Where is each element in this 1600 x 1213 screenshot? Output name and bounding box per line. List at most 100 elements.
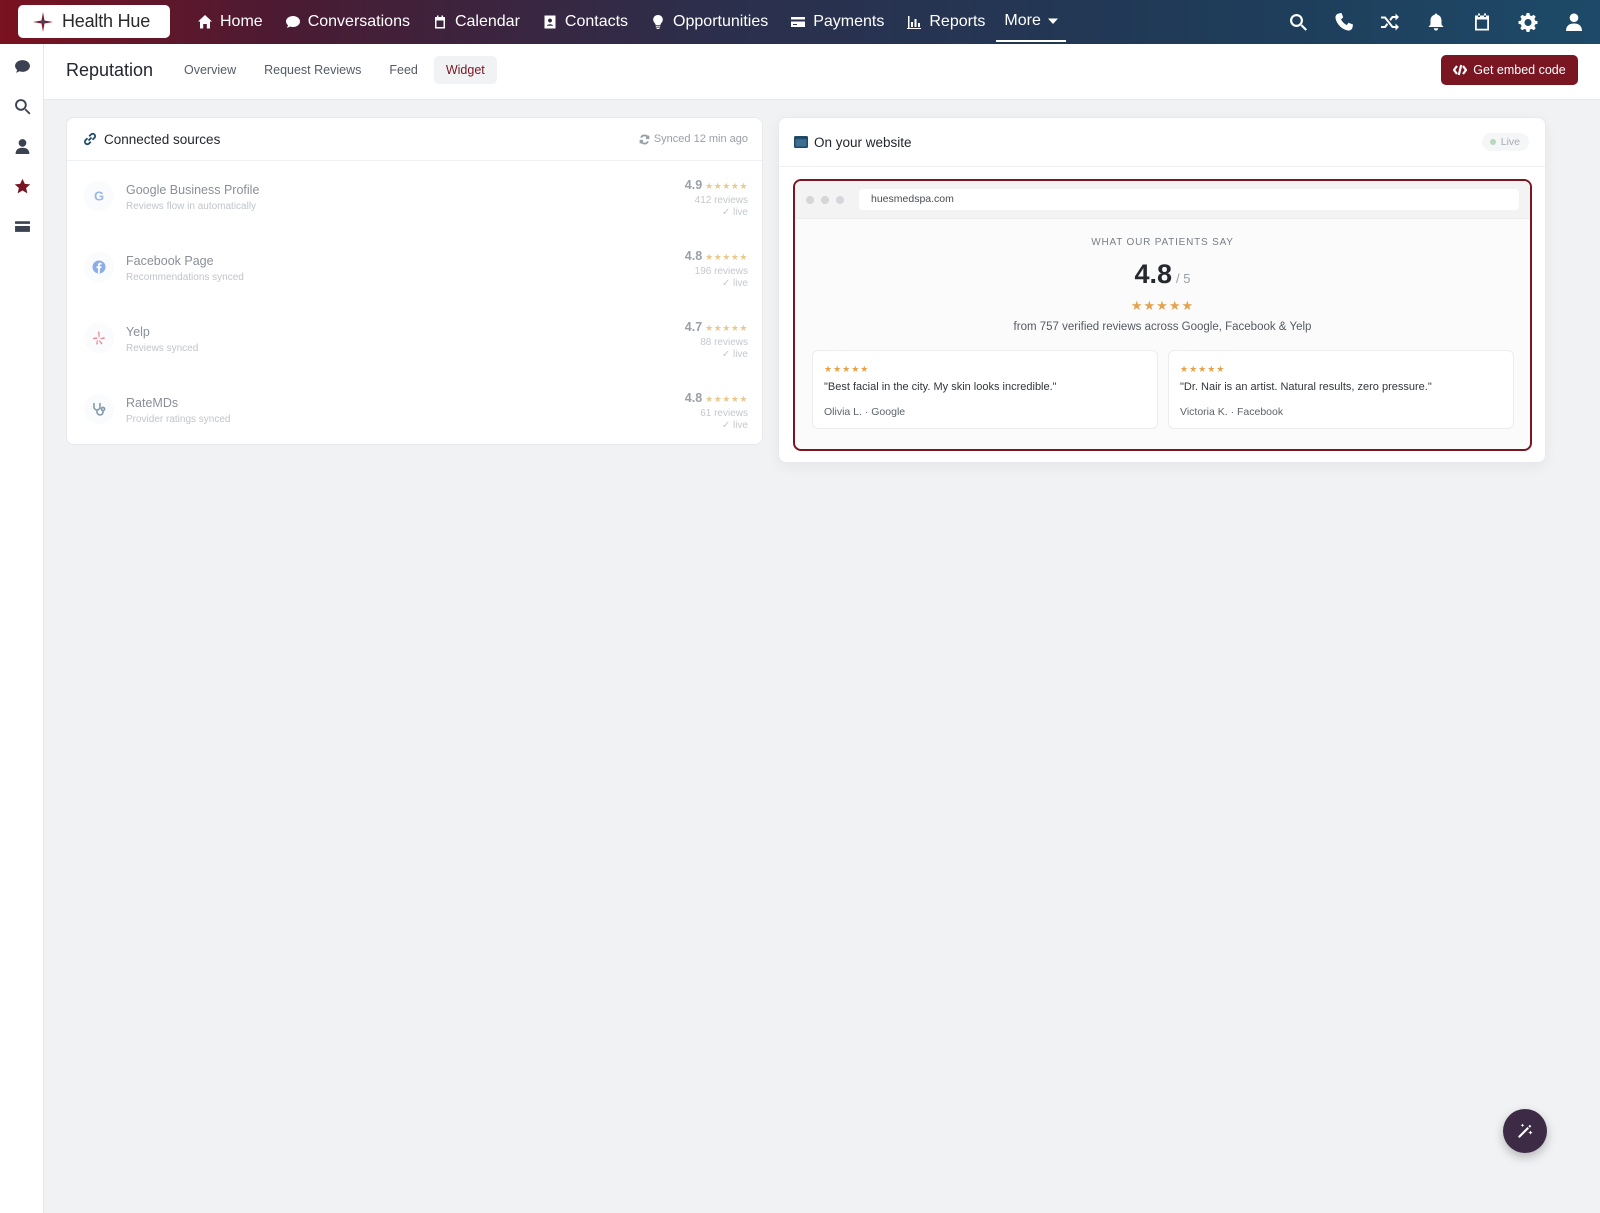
bar-chart-icon — [907, 16, 922, 29]
connected-sources-card: Connected sources Synced 12 min ago G Go… — [66, 117, 763, 445]
nav-more-label: More — [1004, 12, 1041, 29]
nav-opportunities-label: Opportunities — [673, 13, 769, 30]
contact-card-icon — [544, 15, 556, 29]
review-quote-card: ★★★★★ "Best facial in the city. My skin … — [812, 350, 1158, 429]
card-title: Connected sources — [104, 132, 221, 147]
magic-wand-fab[interactable] — [1503, 1109, 1547, 1153]
source-score: 4.9 — [684, 178, 703, 192]
review-quote-card: ★★★★★ "Dr. Nair is an artist. Natural re… — [1168, 350, 1514, 429]
yelp-icon — [84, 323, 114, 353]
widget-score-value: 4.8 — [1134, 259, 1173, 289]
browser-window-icon — [794, 135, 808, 148]
window-dot — [836, 196, 844, 204]
card-header: Connected sources Synced 12 min ago — [67, 118, 762, 161]
nav-calendar-label: Calendar — [454, 13, 520, 30]
live-status-badge: Live — [1481, 133, 1529, 151]
shuffle-icon[interactable] — [1380, 12, 1400, 32]
source-stars: ★★★★★ — [705, 181, 748, 191]
source-name: Facebook Page — [126, 254, 214, 268]
live-status-text: Live — [1500, 136, 1520, 148]
source-status-text: live — [732, 420, 748, 431]
source-stars: ★★★★★ — [705, 252, 748, 262]
chat-icon[interactable] — [12, 56, 32, 76]
card-header: On your website Live — [779, 118, 1545, 167]
left-rail — [0, 44, 44, 1213]
widget-eyebrow: WHAT OUR PATIENTS SAY — [1091, 237, 1234, 248]
credit-card-icon — [791, 17, 806, 27]
source-name: Yelp — [126, 325, 150, 339]
page-title: Reputation — [66, 60, 154, 80]
source-row-yelp[interactable]: Yelp Reviews synced 4.7 ★★★★★ 88 reviews … — [67, 304, 762, 375]
source-status: ✓ live — [685, 420, 748, 431]
widget-summary: from 757 verified reviews across Google,… — [1013, 321, 1312, 333]
nav-calendar[interactable]: Calendar — [421, 0, 531, 44]
check-icon: ✓ — [721, 420, 733, 431]
source-score: 4.8 — [684, 391, 703, 405]
source-status: ✓ live — [685, 278, 748, 289]
get-embed-code-label: Get embed code — [1473, 63, 1566, 77]
widget-score-scale: / 5 — [1176, 271, 1191, 286]
credit-card-icon[interactable] — [12, 216, 32, 236]
stethoscope-icon — [84, 394, 114, 424]
phone-icon[interactable] — [1334, 12, 1354, 32]
nav-more-dropdown[interactable]: More — [996, 2, 1066, 42]
quote-text: "Best facial in the city. My skin looks … — [824, 381, 1057, 393]
chevron-down-icon — [1047, 18, 1058, 24]
lightbulb-icon — [653, 15, 663, 29]
top-navigation: Health Hue Home Conversations Calendar C… — [0, 0, 1600, 44]
brand-name: Health Hue — [62, 11, 151, 31]
nav-conversations-label: Conversations — [307, 13, 410, 30]
source-stars: ★★★★★ — [705, 394, 748, 404]
magic-wand-icon — [1518, 1123, 1533, 1138]
card-title: On your website — [814, 135, 912, 150]
source-status-text: live — [732, 207, 748, 218]
gear-icon[interactable] — [1518, 12, 1538, 32]
search-icon[interactable] — [12, 96, 32, 116]
get-embed-code-button[interactable]: Get embed code — [1441, 55, 1578, 85]
refresh-icon — [639, 134, 650, 144]
nav-opportunities[interactable]: Opportunities — [639, 0, 779, 44]
widget-score: 4.8/ 5 — [795, 259, 1530, 290]
tab-request-reviews[interactable]: Request Reviews — [252, 56, 373, 84]
source-review-count: 61 reviews — [700, 408, 748, 419]
user-icon[interactable] — [1564, 12, 1584, 32]
check-icon: ✓ — [721, 349, 733, 360]
svg-text:G: G — [94, 189, 104, 204]
search-icon[interactable] — [1288, 12, 1308, 32]
website-preview-card: On your website Live huesmedspa.com WHAT… — [778, 117, 1546, 463]
bell-icon[interactable] — [1426, 12, 1446, 32]
nav-reports[interactable]: Reports — [895, 0, 996, 44]
source-status-text: live — [732, 349, 748, 360]
nav-conversations[interactable]: Conversations — [274, 0, 421, 44]
tab-feed[interactable]: Feed — [377, 56, 430, 84]
sync-status-text: Synced 12 min ago — [653, 133, 748, 145]
source-subtitle: Reviews synced — [126, 343, 199, 354]
source-row-ratemds[interactable]: RateMDs Provider ratings synced 4.8 ★★★★★… — [67, 375, 762, 446]
tab-widget[interactable]: Widget — [433, 56, 497, 84]
source-subtitle: Recommendations synced — [126, 272, 244, 283]
nav-payments[interactable]: Payments — [779, 0, 895, 44]
chat-icon — [285, 16, 300, 28]
source-rating: 4.8 ★★★★★ 61 reviews ✓ live — [685, 389, 748, 431]
facebook-icon — [84, 252, 114, 282]
window-dot — [806, 196, 814, 204]
calendar-icon[interactable] — [1472, 12, 1492, 32]
code-icon — [1453, 64, 1468, 76]
status-dot — [1489, 139, 1496, 145]
user-icon[interactable] — [12, 136, 32, 156]
nav-contacts[interactable]: Contacts — [531, 0, 639, 44]
link-icon — [82, 131, 98, 147]
nav-reports-label: Reports — [929, 13, 986, 30]
nav-home[interactable]: Home — [186, 0, 274, 44]
source-score: 4.7 — [684, 320, 703, 334]
tab-overview[interactable]: Overview — [172, 56, 248, 84]
source-row-facebook[interactable]: Facebook Page Recommendations synced 4.8… — [67, 233, 762, 304]
source-rating: 4.8 ★★★★★ 196 reviews ✓ live — [685, 247, 748, 289]
source-review-count: 196 reviews — [694, 266, 748, 277]
star-icon[interactable] — [12, 176, 32, 196]
brand-logo[interactable]: Health Hue — [18, 5, 170, 38]
quote-text: "Dr. Nair is an artist. Natural results,… — [1180, 381, 1432, 393]
check-icon: ✓ — [721, 207, 733, 218]
source-row-google[interactable]: G Google Business Profile Reviews flow i… — [67, 162, 762, 233]
widget-stars: ★★★★★ — [1130, 298, 1195, 313]
